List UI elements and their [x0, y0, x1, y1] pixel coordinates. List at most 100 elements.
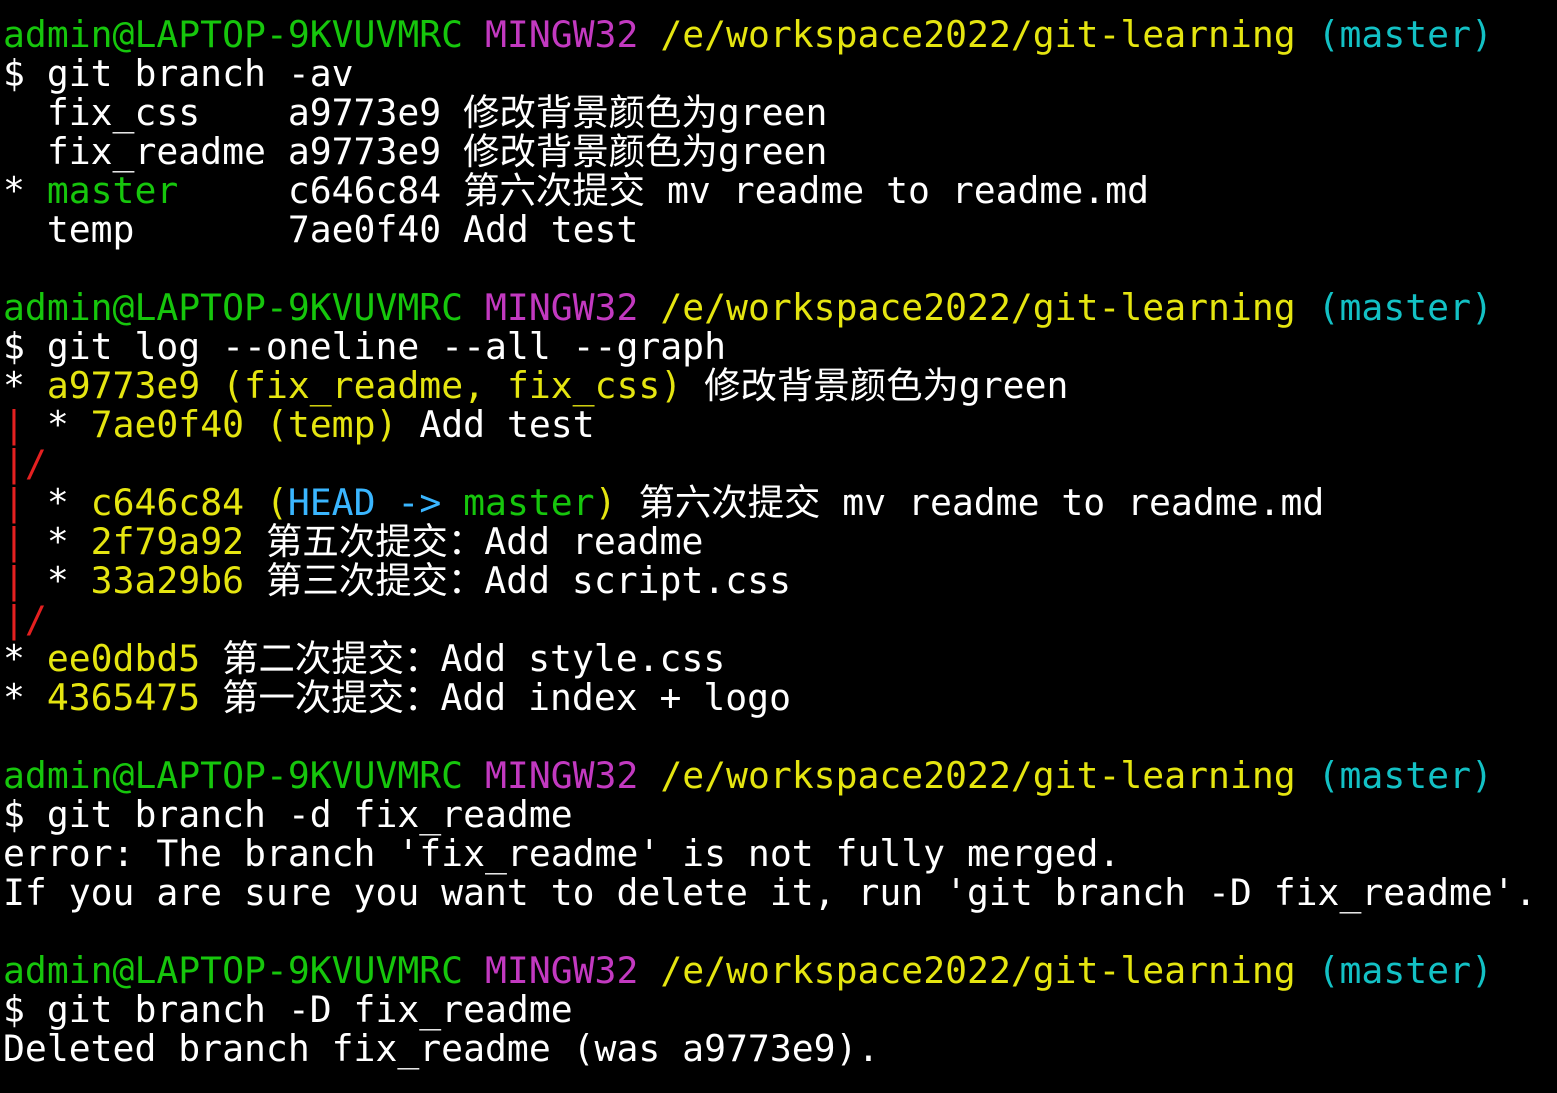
terminal-text-segment: |: [3, 481, 25, 524]
terminal-text-segment: (master): [1317, 949, 1493, 992]
terminal-text-segment: /e/workspace2022/git-learning: [660, 13, 1296, 56]
terminal-text-segment: MINGW32: [485, 754, 639, 797]
terminal-text-segment: *: [24, 520, 91, 563]
terminal-text-segment: MINGW32: [485, 13, 639, 56]
terminal-line: | * c646c84 (HEAD -> master) 第六次提交 mv re…: [3, 483, 1557, 522]
terminal-text-segment: |/: [3, 598, 47, 641]
terminal-text-segment: *: [3, 676, 47, 719]
terminal-text-segment: Deleted branch fix_readme (was a9773e9).: [3, 1027, 880, 1070]
terminal-text-segment: If you are sure you want to delete it, r…: [3, 871, 1537, 914]
terminal-line: |/: [3, 444, 1557, 483]
terminal-line: * 4365475 第一次提交：Add index + logo: [3, 678, 1557, 717]
terminal-line: * master c646c84 第六次提交 mv readme to read…: [3, 171, 1557, 210]
terminal-text-segment: ee0dbd5: [46, 637, 201, 680]
terminal-line: $ git branch -D fix_readme: [3, 990, 1557, 1029]
terminal-text-segment: 第三次提交：Add script.css: [244, 559, 792, 602]
terminal-text-segment: /e/workspace2022/git-learning: [660, 286, 1296, 329]
terminal-text-segment: (: [244, 481, 288, 524]
terminal-text-segment: 2f79a92: [90, 520, 245, 563]
terminal-text-segment: 第一次提交：Add index + logo: [200, 676, 791, 719]
terminal-text-segment: *: [3, 364, 47, 407]
terminal-line: admin@LAPTOP-9KVUVMRC MINGW32 /e/workspa…: [3, 951, 1557, 990]
terminal-line: admin@LAPTOP-9KVUVMRC MINGW32 /e/workspa…: [3, 288, 1557, 327]
terminal-line: If you are sure you want to delete it, r…: [3, 873, 1557, 912]
terminal-line: admin@LAPTOP-9KVUVMRC MINGW32 /e/workspa…: [3, 15, 1557, 54]
terminal-text-segment: 4365475: [46, 676, 201, 719]
terminal-line: $ git branch -av: [3, 54, 1557, 93]
terminal-line: fix_css a9773e9 修改背景颜色为green: [3, 93, 1557, 132]
terminal-text-segment: (temp): [265, 403, 398, 446]
terminal-text-segment: 第二次提交：Add style.css: [200, 637, 726, 680]
terminal-text-segment: $ git log --oneline --all --graph: [3, 325, 726, 368]
terminal-text-segment: error: The branch 'fix_readme' is not fu…: [3, 832, 1121, 875]
terminal-text-segment: /e/workspace2022/git-learning: [660, 949, 1296, 992]
terminal-text-segment: /e/workspace2022/git-learning: [660, 754, 1296, 797]
terminal-text-segment: MINGW32: [485, 286, 639, 329]
terminal-text-segment: |: [3, 520, 25, 563]
terminal-line: | * 7ae0f40 (temp) Add test: [3, 405, 1557, 444]
terminal-text-segment: c646c84 第六次提交 mv readme to readme.md: [178, 169, 1149, 212]
terminal-text-segment: HEAD ->: [287, 481, 464, 524]
terminal-text-segment: $ git branch -D fix_readme: [3, 988, 573, 1031]
terminal-text-segment: $ git branch -d fix_readme: [3, 793, 573, 836]
terminal-text-segment: ): [594, 481, 617, 524]
terminal-text-segment: (master): [1317, 286, 1493, 329]
terminal-line: fix_readme a9773e9 修改背景颜色为green: [3, 132, 1557, 171]
terminal-line: |/: [3, 600, 1557, 639]
terminal-line: * a9773e9 (fix_readme, fix_css) 修改背景颜色为g…: [3, 366, 1557, 405]
terminal-line: admin@LAPTOP-9KVUVMRC MINGW32 /e/workspa…: [3, 756, 1557, 795]
terminal-text-segment: temp 7ae0f40 Add test: [3, 208, 639, 251]
terminal-text-segment: (fix_readme, fix_css): [222, 364, 683, 407]
terminal-line: | * 2f79a92 第五次提交：Add readme: [3, 522, 1557, 561]
terminal-line: temp 7ae0f40 Add test: [3, 210, 1557, 249]
terminal-text-segment: admin@LAPTOP-9KVUVMRC: [3, 286, 464, 329]
terminal-text-segment: c646c84: [90, 481, 245, 524]
terminal-text-segment: |: [3, 559, 25, 602]
terminal-line: error: The branch 'fix_readme' is not fu…: [3, 834, 1557, 873]
terminal-text-segment: admin@LAPTOP-9KVUVMRC: [3, 949, 464, 992]
terminal-text-segment: MINGW32: [485, 949, 639, 992]
terminal-text-segment: 第六次提交 mv readme to readme.md: [616, 481, 1325, 524]
terminal-line: Deleted branch fix_readme (was a9773e9).: [3, 1029, 1557, 1068]
terminal-text-segment: fix_readme a9773e9 修改背景颜色为green: [3, 130, 828, 173]
terminal-text-segment: (master): [1317, 754, 1493, 797]
terminal-text-segment: *: [24, 403, 91, 446]
terminal-text-segment: admin@LAPTOP-9KVUVMRC: [3, 13, 464, 56]
terminal-text-segment: |: [3, 403, 25, 446]
terminal-line: $ git log --oneline --all --graph: [3, 327, 1557, 366]
terminal-text-segment: *: [3, 169, 47, 212]
terminal-text-segment: admin@LAPTOP-9KVUVMRC: [3, 754, 464, 797]
terminal-text-segment: 7ae0f40: [90, 403, 245, 446]
terminal-text-segment: a9773e9: [46, 364, 201, 407]
terminal-text-segment: 第五次提交：Add readme: [244, 520, 704, 563]
terminal-text-segment: |/: [3, 442, 47, 485]
terminal-line: | * 33a29b6 第三次提交：Add script.css: [3, 561, 1557, 600]
terminal-line: $ git branch -d fix_readme: [3, 795, 1557, 834]
terminal-text-segment: master: [463, 481, 595, 524]
terminal-text-segment: (master): [1317, 13, 1493, 56]
terminal-text-segment: $ git branch -av: [3, 52, 354, 95]
terminal-text-segment: *: [24, 559, 91, 602]
terminal-text-segment: master: [46, 169, 179, 212]
terminal-output[interactable]: admin@LAPTOP-9KVUVMRC MINGW32 /e/workspa…: [0, 0, 1557, 1093]
terminal-text-segment: fix_css a9773e9 修改背景颜色为green: [3, 91, 828, 134]
terminal-text-segment: *: [24, 481, 91, 524]
terminal-text-segment: 33a29b6: [90, 559, 245, 602]
terminal-text-segment: 修改背景颜色为green: [682, 364, 1069, 407]
